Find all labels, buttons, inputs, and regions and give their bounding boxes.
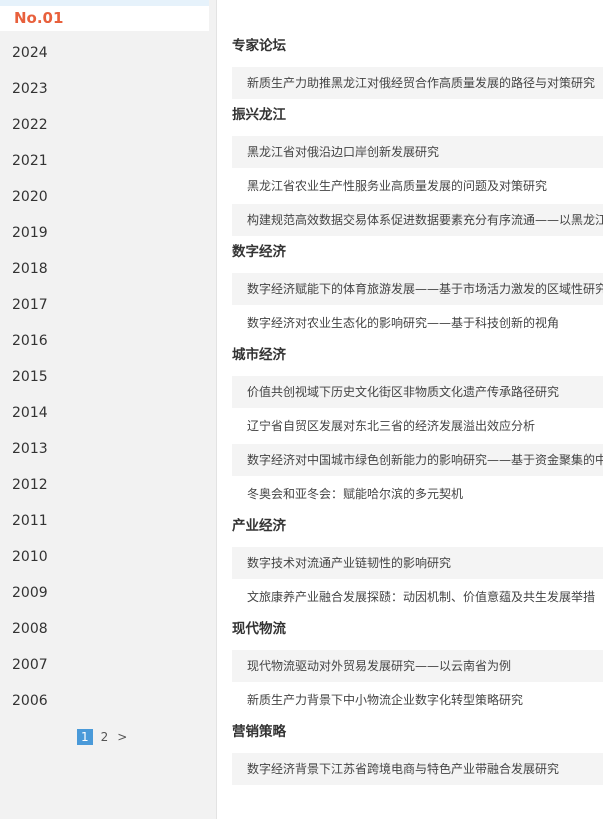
year-item-2014[interactable]: 2014	[12, 403, 48, 423]
year-item-2022[interactable]: 2022	[12, 115, 48, 135]
section-title: 现代物流	[232, 621, 286, 637]
issue-sidebar: No.01 2024 2023 2022 2021 2020 2019 2018 2017 20…	[0, 0, 217, 819]
article-link[interactable]: 现代物流驱动对外贸易发展研究——以云南省为例	[232, 650, 603, 682]
section-title: 城市经济	[232, 347, 286, 363]
next-page-button[interactable]: >	[117, 729, 127, 745]
year-item-2018[interactable]: 2018	[12, 259, 48, 279]
section-title: 营销策略	[232, 724, 286, 740]
current-issue-label[interactable]: No.01	[0, 6, 209, 31]
article-link[interactable]: 数字经济对农业生态化的影响研究——基于科技创新的视角	[232, 307, 603, 339]
article-link[interactable]: 价值共创视域下历史文化街区非物质文化遗产传承路径研究	[232, 376, 603, 408]
year-item-2006[interactable]: 2006	[12, 691, 48, 711]
article-link[interactable]: 黑龙江省对俄沿边口岸创新发展研究	[232, 136, 603, 168]
year-item-2009[interactable]: 2009	[12, 583, 48, 603]
article-link[interactable]: 冬奥会和亚冬会：赋能哈尔滨的多元契机	[232, 478, 603, 510]
article-link[interactable]: 黑龙江省农业生产性服务业高质量发展的问题及对策研究	[232, 170, 603, 202]
year-item-2015[interactable]: 2015	[12, 367, 48, 387]
article-link[interactable]: 新质生产力助推黑龙江对俄经贸合作高质量发展的路径与对策研究	[232, 67, 603, 99]
article-link[interactable]: 新质生产力背景下中小物流企业数字化转型策略研究	[232, 684, 603, 716]
article-link[interactable]: 文旅康养产业融合发展探赜：动因机制、价值意蕴及共生发展举措	[232, 581, 603, 613]
year-item-2008[interactable]: 2008	[12, 619, 48, 639]
year-item-2013[interactable]: 2013	[12, 439, 48, 459]
year-item-2017[interactable]: 2017	[12, 295, 48, 315]
article-link[interactable]: 构建规范高效数据交易体系促进数据要素充分有序流通——以黑龙江	[232, 204, 603, 236]
year-item-2007[interactable]: 2007	[12, 655, 48, 675]
year-item-2021[interactable]: 2021	[12, 151, 48, 171]
year-item-2020[interactable]: 2020	[12, 187, 48, 207]
section-title: 数字经济	[232, 244, 286, 260]
article-link[interactable]: 辽宁省自贸区发展对东北三省的经济发展溢出效应分析	[232, 410, 603, 442]
section-title: 振兴龙江	[232, 107, 286, 123]
year-item-2016[interactable]: 2016	[12, 331, 48, 351]
article-link[interactable]: 数字经济背景下江苏省跨境电商与特色产业带融合发展研究	[232, 753, 603, 785]
section-title: 专家论坛	[232, 38, 286, 54]
article-link[interactable]: 数字经济对中国城市绿色创新能力的影响研究——基于资金聚集的中	[232, 444, 603, 476]
pagination: 1 2 >	[77, 729, 136, 745]
page-1-button[interactable]: 1	[77, 729, 93, 745]
year-item-2023[interactable]: 2023	[12, 79, 48, 99]
section-title: 产业经济	[232, 518, 286, 534]
article-list: 专家论坛新质生产力助推黑龙江对俄经贸合作高质量发展的路径与对策研究振兴龙江黑龙江…	[232, 0, 603, 819]
page-2-button[interactable]: 2	[101, 729, 109, 745]
year-item-2019[interactable]: 2019	[12, 223, 48, 243]
year-item-2010[interactable]: 2010	[12, 547, 48, 567]
article-link[interactable]: 数字技术对流通产业链韧性的影响研究	[232, 547, 603, 579]
year-item-2011[interactable]: 2011	[12, 511, 48, 531]
year-item-2024[interactable]: 2024	[12, 43, 48, 63]
article-link[interactable]: 数字经济赋能下的体育旅游发展——基于市场活力激发的区域性研究	[232, 273, 603, 305]
year-item-2012[interactable]: 2012	[12, 475, 48, 495]
